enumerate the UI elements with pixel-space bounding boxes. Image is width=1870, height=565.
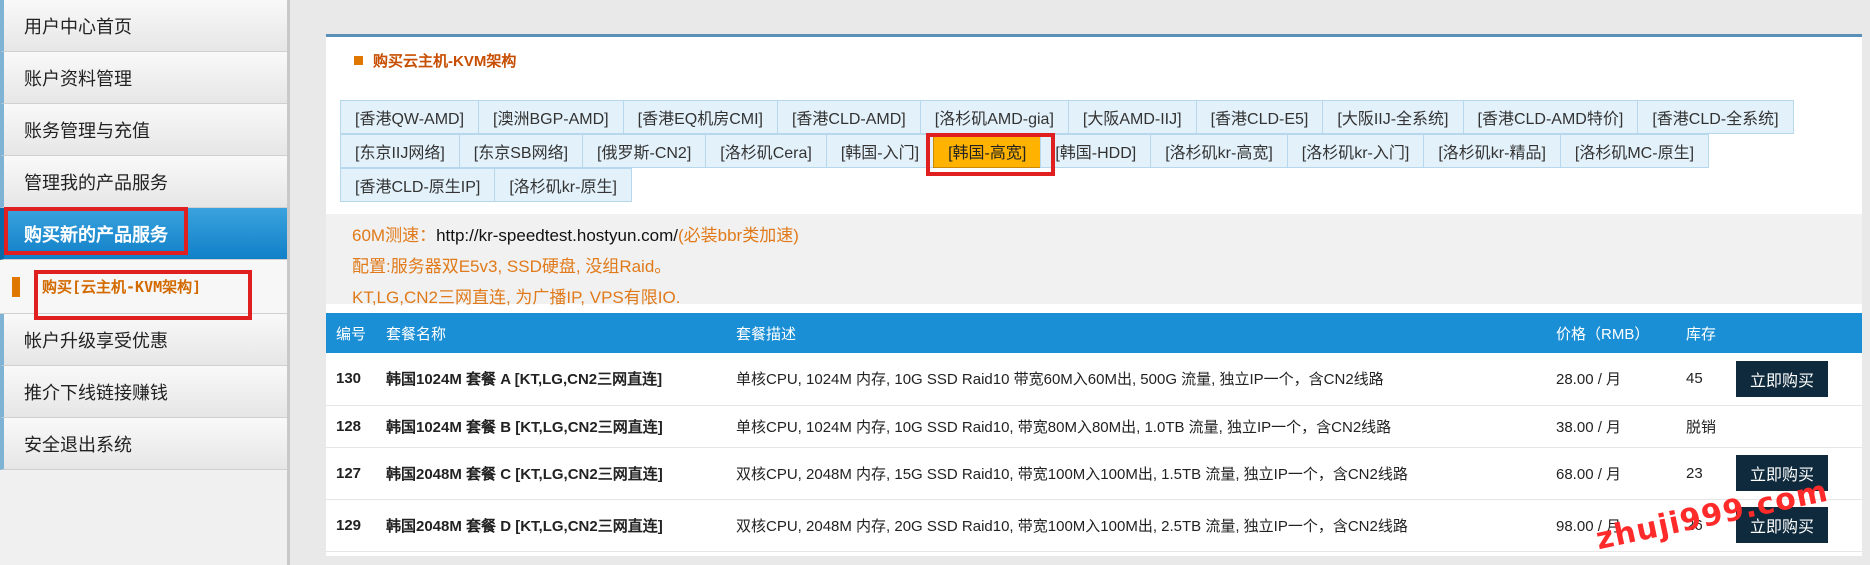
col-action <box>1736 313 1862 353</box>
sidebar-item-label: 管理我的产品服务 <box>24 172 168 193</box>
config-line: 配置:服务器双E5v3, SSD硬盘, 没组Raid。 <box>352 257 672 276</box>
sidebar-item-label: 帐户升级享受优惠 <box>24 330 168 351</box>
tab-la-kr-high-bandwidth[interactable]: [洛杉矶kr-高宽] <box>1150 134 1288 168</box>
plan-desc: 双核CPU, 2048M 内存, 15G SSD Raid10, 带宽100M入… <box>736 465 1408 483</box>
tab-hk-cld-all[interactable]: [香港CLD-全系统] <box>1637 100 1794 134</box>
sidebar-item-label: 账户资料管理 <box>24 68 132 89</box>
tab-la-mc-native[interactable]: [洛杉矶MC-原生] <box>1559 134 1710 168</box>
tab-la-cera[interactable]: [洛杉矶Cera] <box>705 134 827 168</box>
tab-la-kr-basic[interactable]: [洛杉矶kr-入门] <box>1286 134 1425 168</box>
sidebar-item-upgrade[interactable]: 帐户升级享受优惠 <box>0 314 287 366</box>
plan-id: 130 <box>336 370 362 388</box>
sidebar-item-label: 推介下线链接赚钱 <box>24 382 168 403</box>
tab-hk-qw-amd[interactable]: [香港QW-AMD] <box>340 100 480 134</box>
tab-korea-basic[interactable]: [韩国-入门] <box>825 134 935 168</box>
plan-name: 韩国1024M 套餐 B [KT,LG,CN2三网直连] <box>386 418 663 436</box>
plan-id: 127 <box>336 464 362 482</box>
plan-stock: 23 <box>1686 464 1703 482</box>
col-desc: 套餐描述 <box>736 325 797 343</box>
table-header: 编号 套餐名称 套餐描述 价格（RMB） 库存 <box>326 313 1862 353</box>
tab-row: [香港QW-AMD] [澳洲BGP-AMD] [香港EQ机房CMI] [香港CL… <box>340 100 1840 134</box>
tab-la-kr-native[interactable]: [洛杉矶kr-原生] <box>494 168 632 202</box>
plan-desc: 单核CPU, 1024M 内存, 10G SSD Raid10, 带宽80M入8… <box>736 418 1392 436</box>
plan-info: 60M测速：http://kr-speedtest.hostyun.com/(必… <box>326 214 1862 307</box>
sidebar-item-label: 用户中心首页 <box>24 16 132 37</box>
tab-hk-cld-e5[interactable]: [香港CLD-E5] <box>1195 100 1324 134</box>
plan-id: 128 <box>336 417 362 435</box>
sidebar-item-account[interactable]: 账户资料管理 <box>0 52 287 104</box>
plan-desc: 双核CPU, 2048M 内存, 20G SSD Raid10, 带宽100M入… <box>736 517 1408 535</box>
highlight-box <box>4 207 188 255</box>
sidebar-item-label: 安全退出系统 <box>24 434 132 455</box>
main-panel: 购买云主机-KVM架构 [香港QW-AMD] [澳洲BGP-AMD] [香港EQ… <box>326 34 1862 556</box>
plan-stock: 45 <box>1686 370 1703 388</box>
sidebar-item-home[interactable]: 用户中心首页 <box>0 0 287 52</box>
tab-hk-cld-amd[interactable]: [香港CLD-AMD] <box>776 100 921 134</box>
speedtest-line: 60M测速：http://kr-speedtest.hostyun.com/(必… <box>352 220 1836 251</box>
tab-russia-cn2[interactable]: [俄罗斯-CN2] <box>582 134 707 168</box>
region-tabs: [香港QW-AMD] [澳洲BGP-AMD] [香港EQ机房CMI] [香港CL… <box>340 100 1840 202</box>
col-price: 价格（RMB） <box>1556 325 1650 343</box>
tab-tokyo-iij[interactable]: [东京IIJ网络] <box>340 134 460 168</box>
col-name: 套餐名称 <box>386 325 447 343</box>
buy-now-button[interactable]: 立即购买 <box>1736 360 1829 397</box>
tab-hk-cld-native-ip[interactable]: [香港CLD-原生IP] <box>340 168 496 202</box>
speedtest-link[interactable]: http://kr-speedtest.hostyun.com/ <box>436 226 678 245</box>
tab-la-amd-gia[interactable]: [洛杉矶AMD-gia] <box>919 100 1069 134</box>
tab-la-kr-premium[interactable]: [洛杉矶kr-精品] <box>1423 134 1561 168</box>
tab-row: [香港CLD-原生IP] [洛杉矶kr-原生] <box>340 168 1840 202</box>
active-marker-icon <box>12 276 20 297</box>
highlight-box <box>926 133 1055 176</box>
tab-hk-cld-amd-special[interactable]: [香港CLD-AMD特价] <box>1462 100 1639 134</box>
tab-au-bgp-amd[interactable]: [澳洲BGP-AMD] <box>478 100 624 134</box>
table-row: 127 韩国2048M 套餐 C [KT,LG,CN2三网直连] 双核CPU, … <box>326 447 1862 499</box>
panel-header: 购买云主机-KVM架构 <box>326 37 1862 83</box>
plan-id: 129 <box>336 516 362 534</box>
tab-row: [东京IIJ网络] [东京SB网络] [俄罗斯-CN2] [洛杉矶Cera] [… <box>340 134 1840 168</box>
plan-stock: 脱销 <box>1686 418 1717 436</box>
tab-korea-hdd[interactable]: [韩国-HDD] <box>1040 134 1152 168</box>
tab-hk-eq-cmi[interactable]: [香港EQ机房CMI] <box>622 100 778 134</box>
speedtest-label: 60M测速： <box>352 226 437 245</box>
sidebar-item-logout[interactable]: 安全退出系统 <box>0 418 287 470</box>
plan-desc: 单核CPU, 1024M 内存, 10G SSD Raid10 带宽60M入60… <box>736 371 1384 389</box>
sidebar-item-my-services[interactable]: 管理我的产品服务 <box>0 156 287 208</box>
plan-name: 韩国2048M 套餐 D [KT,LG,CN2三网直连] <box>386 517 663 535</box>
plan-price: 38.00 / 月 <box>1556 418 1622 436</box>
highlight-box <box>34 270 252 320</box>
table-row: 128 韩国1024M 套餐 B [KT,LG,CN2三网直连] 单核CPU, … <box>326 405 1862 447</box>
network-line: KT,LG,CN2三网直连, 为广播IP, VPS有限IO. <box>352 288 681 307</box>
tab-osaka-iij-all[interactable]: [大阪IIJ-全系统] <box>1322 100 1464 134</box>
tab-tokyo-sb[interactable]: [东京SB网络] <box>458 134 584 168</box>
col-stock: 库存 <box>1686 325 1717 343</box>
sidebar-item-label: 账务管理与充值 <box>24 120 150 141</box>
sidebar-item-billing[interactable]: 账务管理与充值 <box>0 104 287 156</box>
table-row: 130 韩国1024M 套餐 A [KT,LG,CN2三网直连] 单核CPU, … <box>326 353 1862 405</box>
title-bullet-icon <box>354 55 363 65</box>
speedtest-note: (必装bbr类加速) <box>677 226 799 245</box>
plan-price: 68.00 / 月 <box>1556 465 1622 483</box>
page-title: 购买云主机-KVM架构 <box>373 52 517 70</box>
plan-price: 28.00 / 月 <box>1556 371 1622 389</box>
plan-name: 韩国2048M 套餐 C [KT,LG,CN2三网直连] <box>386 465 663 483</box>
sidebar-item-referral[interactable]: 推介下线链接赚钱 <box>0 366 287 418</box>
tab-osaka-amd-iij[interactable]: [大阪AMD-IIJ] <box>1067 100 1197 134</box>
col-id: 编号 <box>336 325 367 343</box>
plan-name: 韩国1024M 套餐 A [KT,LG,CN2三网直连] <box>386 371 663 389</box>
